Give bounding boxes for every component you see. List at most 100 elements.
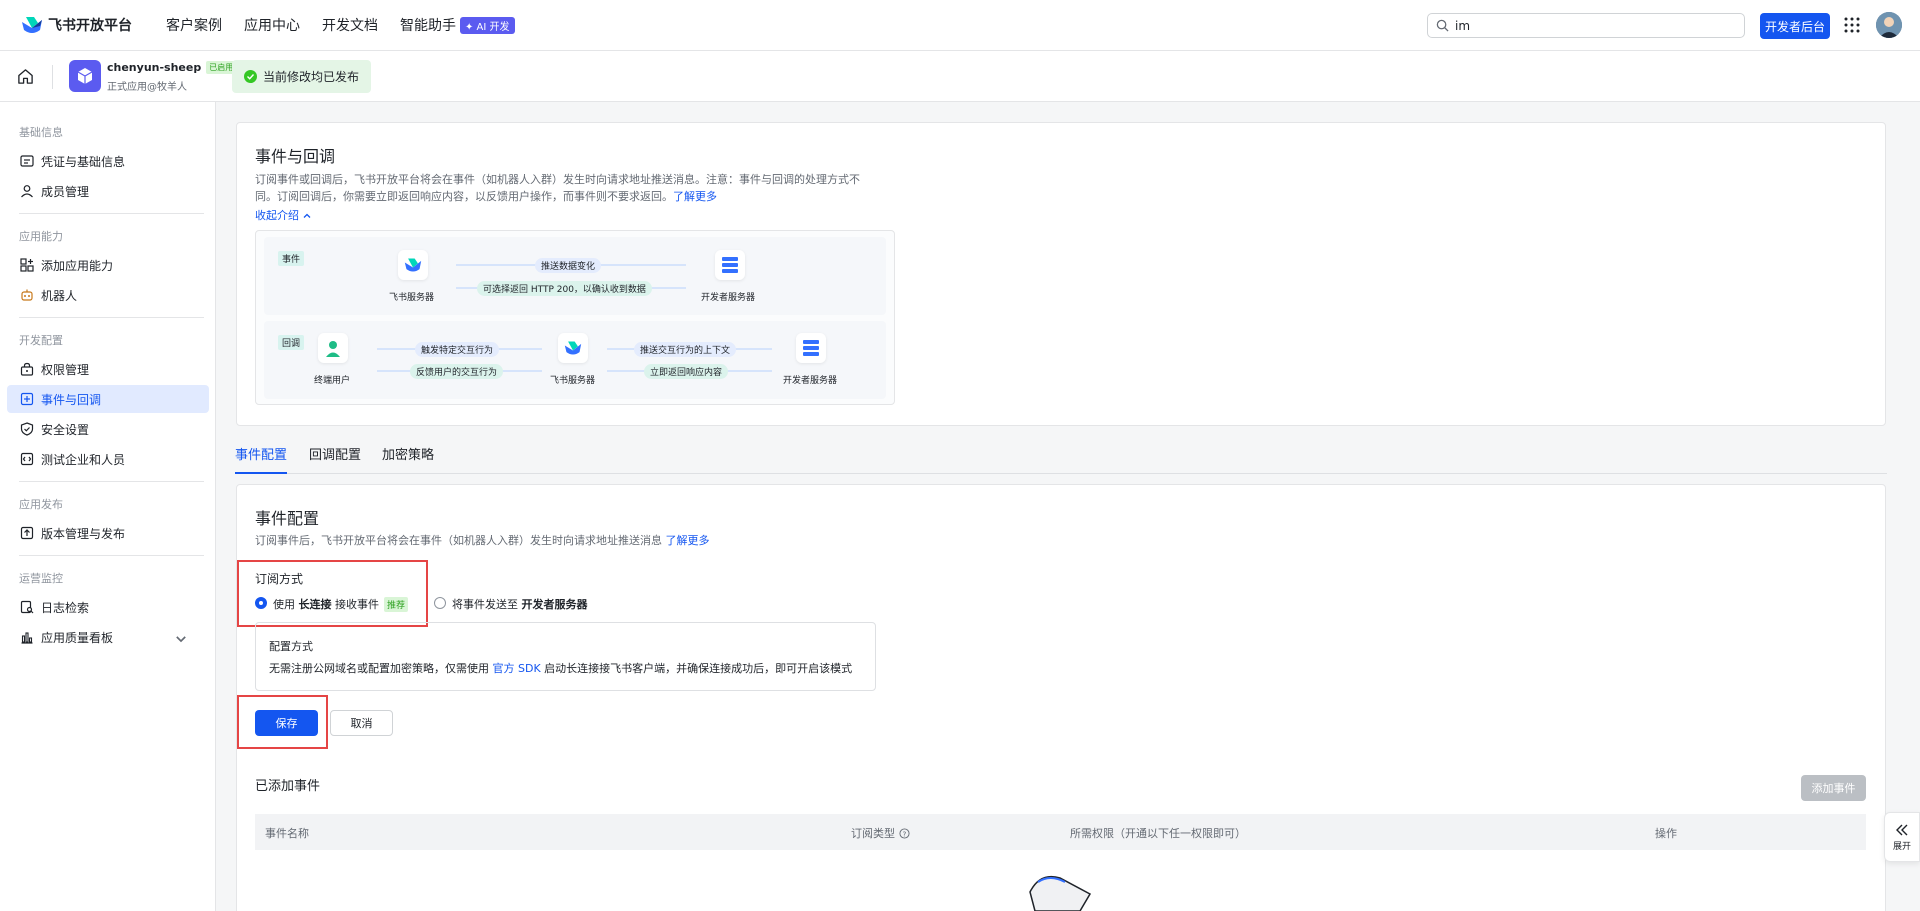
nav-ai-assistant-label: 智能助手 <box>400 18 456 34</box>
sidebar-item-versions[interactable]: 版本管理与发布 <box>7 519 209 547</box>
empty-state-illustration-icon <box>1029 875 1092 911</box>
sidebar-item-credentials[interactable]: 凭证与基础信息 <box>7 147 209 175</box>
intro-desc-line1: 订阅事件或回调后，飞书开放平台将会在事件（如机器人入群）发生时向请求地址推送消息… <box>255 173 860 186</box>
sidebar-item-label: 机器人 <box>41 288 78 303</box>
sidebar-section-basic: 基础信息 <box>19 126 63 139</box>
code-box-icon <box>20 452 34 466</box>
feishu-server-icon <box>398 250 428 280</box>
col-actions: 操作 <box>1655 827 1677 840</box>
sidebar-item-label: 权限管理 <box>41 362 90 377</box>
sidebar-item-label: 版本管理与发布 <box>41 526 126 541</box>
bar-chart-icon <box>21 632 33 644</box>
chevron-down-icon <box>176 636 186 643</box>
home-icon[interactable] <box>17 68 34 85</box>
developer-server-icon <box>715 250 745 280</box>
robot-icon <box>21 289 33 301</box>
collapse-intro-link[interactable]: 收起介绍 <box>255 207 312 224</box>
sidebar-item-log-search[interactable]: 日志检索 <box>7 593 209 621</box>
config-tabs: 事件配置 回调配置 加密策略 <box>235 444 1887 474</box>
subscription-mode-label: 订阅方式 <box>255 572 304 586</box>
nav-dev-docs[interactable]: 开发文档 <box>322 15 378 35</box>
feedback-label: 反馈用户的交互行为 <box>410 364 504 379</box>
option-developer-server[interactable]: 将事件发送至 开发者服务器 <box>452 596 588 612</box>
event-flow-box <box>264 237 886 315</box>
double-chevron-left-icon <box>1896 824 1908 835</box>
opt2-prefix: 将事件发送至 <box>452 598 518 611</box>
event-add-icon <box>20 392 34 406</box>
sidebar-item-label: 安全设置 <box>41 422 90 437</box>
expand-panel-button[interactable]: 展开 <box>1884 812 1920 862</box>
return-response-label: 立即返回响应内容 <box>644 364 729 379</box>
sidebar-item-add-capability[interactable]: 添加应用能力 <box>7 251 209 279</box>
event-config-desc-text: 订阅事件后，飞书开放平台将会在事件（如机器人入群）发生时向请求地址推送消息 <box>255 534 662 547</box>
event-config-title: 事件配置 <box>255 509 320 528</box>
end-user-label: 终端用户 <box>314 376 351 386</box>
publish-status-badge: 当前修改均已发布 <box>232 60 372 93</box>
trigger-label: 触发特定交互行为 <box>415 342 500 357</box>
official-sdk-link[interactable]: 官方 SDK <box>493 662 541 675</box>
sidebar-item-permissions[interactable]: 权限管理 <box>7 355 209 383</box>
publish-status-text: 当前修改均已发布 <box>263 70 360 84</box>
help-circle-icon[interactable]: ? <box>899 827 910 839</box>
upload-box-icon <box>20 526 34 540</box>
check-circle-icon <box>244 70 257 83</box>
search-input[interactable]: im <box>1427 13 1745 38</box>
app-icon <box>69 60 101 92</box>
col-subscription-type-label: 订阅类型 <box>851 827 895 840</box>
tab-encryption[interactable]: 加密策略 <box>382 444 434 474</box>
intro-desc-line2: 同。订阅回调后，你需要立即返回响应内容，以反馈用户操作，而事件则不要求返回。 <box>255 190 673 203</box>
callback-dev-server-label: 开发者服务器 <box>783 376 838 386</box>
config-method-title: 配置方式 <box>269 640 313 653</box>
sidebar-item-quality-dashboard[interactable]: 应用质量看板 <box>7 623 209 651</box>
radio-long-connection[interactable] <box>255 597 267 609</box>
save-button[interactable]: 保存 <box>255 710 318 736</box>
sidebar-divider <box>19 317 204 318</box>
sidebar-section-dev-config: 开发配置 <box>19 334 63 347</box>
sidebar-item-bot[interactable]: 机器人 <box>7 281 209 309</box>
ai-dev-badge: ✦ AI 开发 <box>460 16 515 34</box>
intro-title: 事件与回调 <box>255 147 336 166</box>
divider <box>52 65 53 89</box>
event-tag: 事件 <box>278 251 305 266</box>
opt2-bold: 开发者服务器 <box>521 598 588 611</box>
feishu-logo-icon <box>22 17 42 33</box>
col-subscription-type: 订阅类型 ? <box>851 825 910 841</box>
nav-ai-assistant[interactable]: 智能助手 ✦ AI 开发 <box>400 15 515 35</box>
sidebar-item-security[interactable]: 安全设置 <box>7 415 209 443</box>
cfg-desc-suffix: 启动长连接接飞书客户端，并确保连接成功后，即可开启该模式 <box>544 662 853 675</box>
radio-developer-server[interactable] <box>434 597 446 609</box>
recommend-badge: 推荐 <box>384 596 409 612</box>
cancel-button[interactable]: 取消 <box>330 710 393 736</box>
brand-logo[interactable]: 飞书开放平台 <box>20 14 132 36</box>
brand-name: 飞书开放平台 <box>48 18 132 34</box>
shield-check-icon <box>20 422 34 436</box>
sidebar-item-members[interactable]: 成员管理 <box>7 177 209 205</box>
col-required-permissions: 所需权限（开通以下任一权限即可） <box>1070 827 1246 840</box>
intro-description: 订阅事件或回调后，飞书开放平台将会在事件（如机器人入群）发生时向请求地址推送消息… <box>255 171 895 205</box>
app-grid-icon[interactable] <box>1844 17 1860 33</box>
user-avatar[interactable] <box>1876 12 1902 38</box>
sidebar-item-label: 日志检索 <box>41 600 90 615</box>
nav-customer-cases[interactable]: 客户案例 <box>166 15 222 35</box>
sidebar-item-events-callbacks[interactable]: 事件与回调 <box>7 385 209 413</box>
end-user-icon <box>318 333 348 363</box>
event-feishu-server-label: 飞书服务器 <box>389 293 435 303</box>
nav-app-center[interactable]: 应用中心 <box>244 15 300 35</box>
sidebar-item-test-tenants[interactable]: 测试企业和人员 <box>7 445 209 473</box>
sidebar-divider <box>19 555 204 556</box>
config-method-box <box>255 622 876 691</box>
tab-event-config[interactable]: 事件配置 <box>235 444 288 474</box>
opt1-suffix: 接收事件 <box>335 598 379 611</box>
chevron-up-icon <box>303 213 311 218</box>
sidebar-divider <box>19 213 204 214</box>
event-learn-more-link[interactable]: 了解更多 <box>666 534 710 547</box>
add-event-button[interactable]: 添加事件 <box>1801 775 1866 801</box>
sidebar-item-label: 成员管理 <box>41 184 90 199</box>
sidebar-item-label: 凭证与基础信息 <box>41 154 126 169</box>
learn-more-link[interactable]: 了解更多 <box>673 190 717 203</box>
svg-text:?: ? <box>903 829 907 838</box>
sidebar-item-label: 测试企业和人员 <box>41 452 126 467</box>
option-long-connection[interactable]: 使用 长连接 接收事件 推荐 <box>273 596 409 612</box>
tab-callback-config[interactable]: 回调配置 <box>309 444 361 474</box>
developer-console-button[interactable]: 开发者后台 <box>1760 13 1830 39</box>
